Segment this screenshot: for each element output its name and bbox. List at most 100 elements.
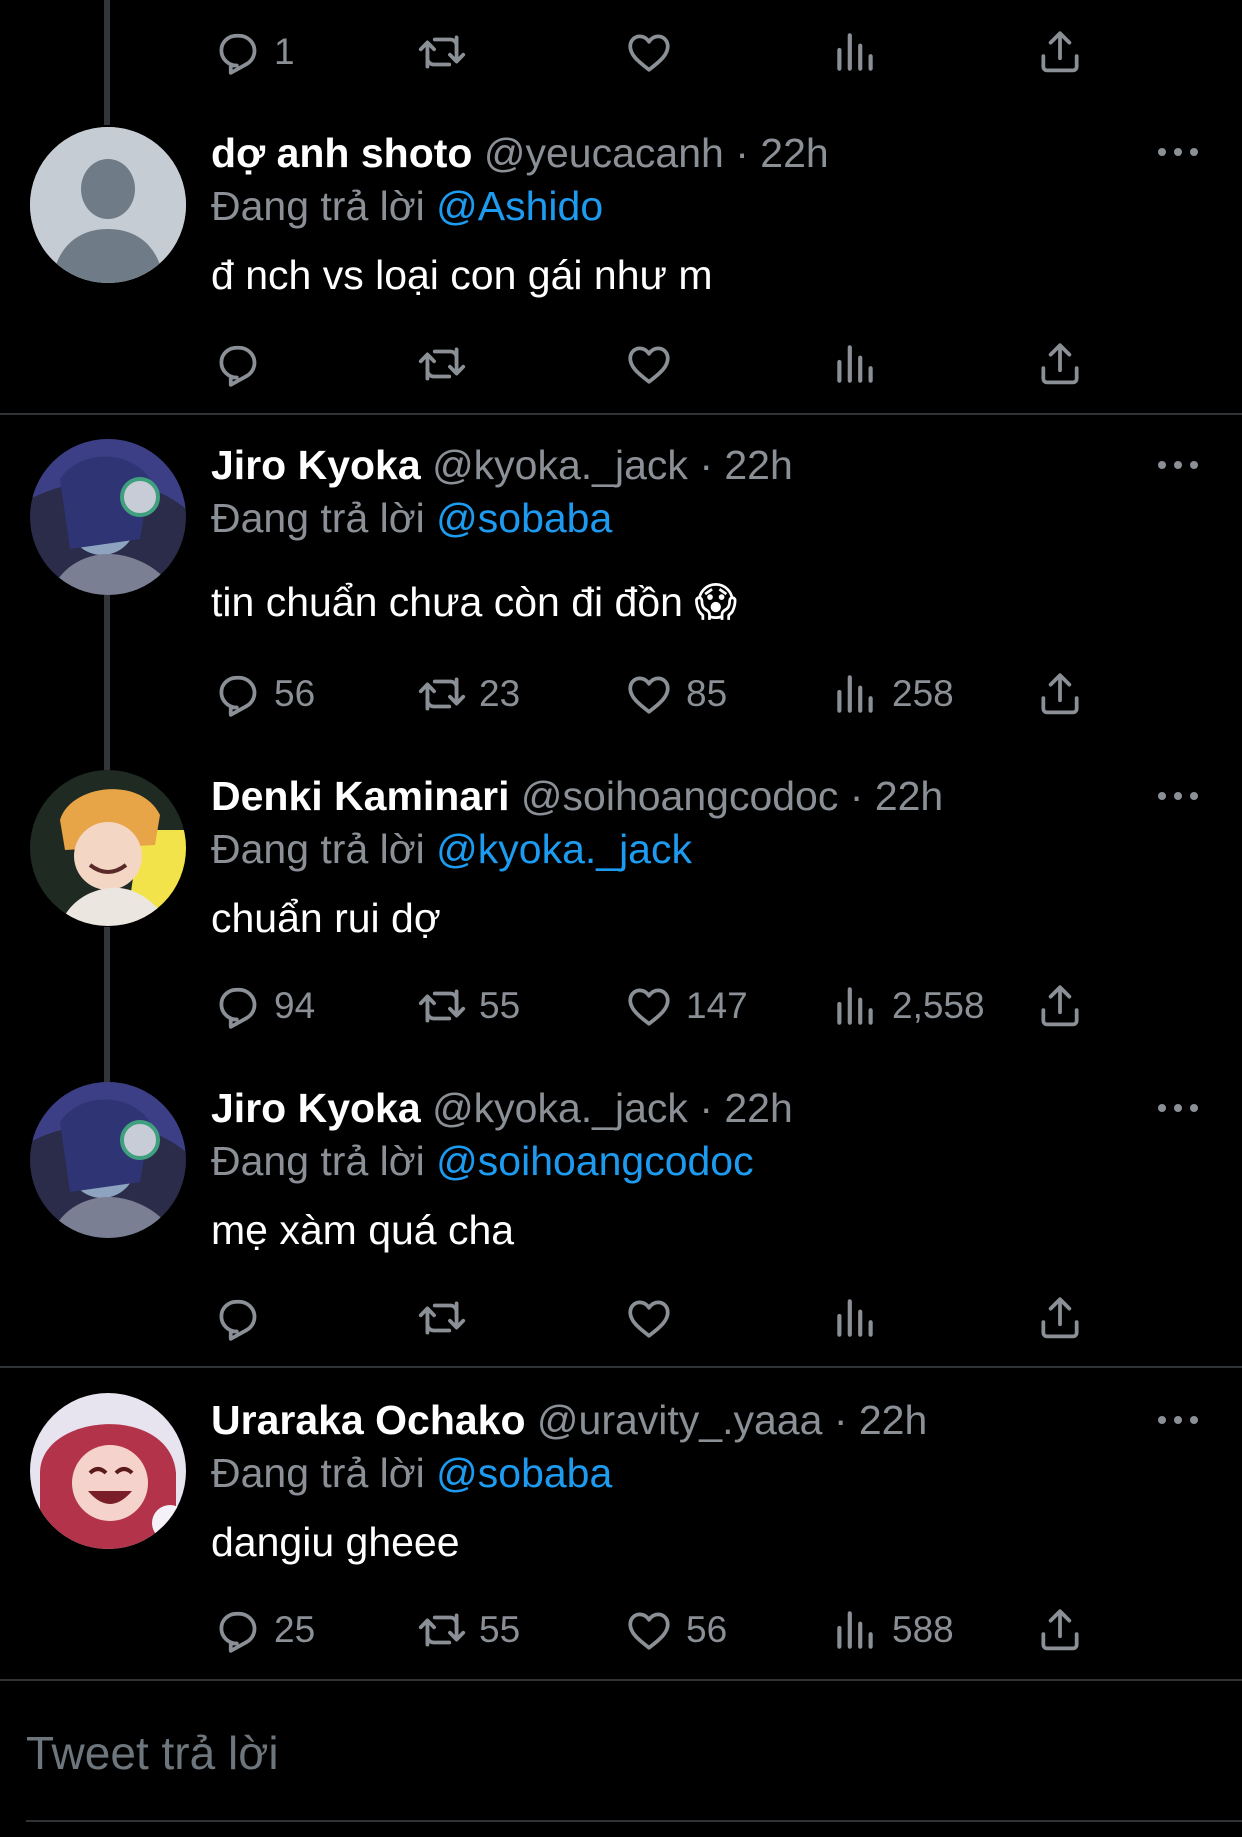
more-icon[interactable]	[1158, 1416, 1198, 1428]
views-icon	[830, 981, 880, 1031]
share-button[interactable]	[1035, 976, 1085, 1036]
like-count: 85	[686, 673, 728, 714]
mention-link[interactable]: @kyoka._jack	[436, 826, 692, 872]
avatar[interactable]	[30, 1082, 186, 1238]
share-button[interactable]	[1035, 664, 1085, 724]
reply-button[interactable]: 25	[212, 1600, 315, 1660]
views-button[interactable]: 2,558	[830, 976, 985, 1036]
user-handle[interactable]: @kyoka._jack	[432, 442, 688, 488]
retweet-button[interactable]: 23	[417, 664, 520, 724]
reply-icon	[212, 669, 262, 719]
divider	[0, 1679, 1242, 1681]
display-name[interactable]: Jiro Kyoka	[211, 1085, 421, 1131]
separator: ·	[833, 1397, 848, 1443]
share-button[interactable]	[1035, 1288, 1085, 1348]
reply-button[interactable]: 1	[212, 22, 295, 82]
reply-button[interactable]	[212, 334, 274, 394]
separator: ·	[849, 773, 864, 819]
more-icon[interactable]	[1158, 1104, 1198, 1116]
tweet-header: Uraraka Ochako @uravity_.yaaa · 22h	[211, 1395, 927, 1445]
timestamp[interactable]: 22h	[724, 442, 792, 488]
share-button[interactable]	[1035, 22, 1085, 82]
timestamp[interactable]: 22h	[760, 130, 828, 176]
like-button[interactable]	[624, 1288, 686, 1348]
retweet-icon	[417, 1293, 467, 1343]
retweet-icon	[417, 669, 467, 719]
more-icon[interactable]	[1158, 148, 1198, 160]
mention-link[interactable]: @Ashido	[436, 183, 603, 229]
retweet-icon	[417, 1605, 467, 1655]
display-name[interactable]: Jiro Kyoka	[211, 442, 421, 488]
tweet-header: Jiro Kyoka @kyoka._jack · 22h	[211, 1083, 793, 1133]
reply-icon	[212, 1605, 262, 1655]
mention-link[interactable]: @sobaba	[436, 1450, 612, 1496]
action-bar: 25 55 56 588	[0, 1600, 1242, 1660]
views-count: 258	[892, 673, 954, 714]
separator: ·	[699, 442, 713, 488]
views-button[interactable]	[830, 334, 892, 394]
timestamp[interactable]: 22h	[724, 1085, 792, 1131]
views-icon	[830, 1293, 880, 1343]
more-icon[interactable]	[1158, 792, 1198, 804]
views-button[interactable]: 258	[830, 664, 954, 724]
user-handle[interactable]: @soihoangcodoc	[521, 773, 838, 819]
display-name[interactable]: Uraraka Ochako	[211, 1397, 526, 1443]
share-button[interactable]	[1035, 334, 1085, 394]
share-icon	[1035, 981, 1085, 1031]
retweet-button[interactable]	[417, 22, 467, 82]
like-button[interactable]: 56	[624, 1600, 727, 1660]
retweet-icon	[417, 981, 467, 1031]
like-icon	[624, 1605, 674, 1655]
views-button[interactable]	[830, 22, 880, 82]
avatar[interactable]	[30, 1393, 186, 1549]
reply-icon	[212, 27, 262, 77]
reply-composer-input[interactable]: Tweet trả lời	[26, 1726, 279, 1780]
reply-count: 1	[274, 31, 295, 72]
retweet-count: 55	[479, 985, 521, 1026]
share-button[interactable]	[1035, 1600, 1085, 1660]
timestamp[interactable]: 22h	[859, 1397, 927, 1443]
like-button[interactable]: 85	[624, 664, 727, 724]
views-button[interactable]: 588	[830, 1600, 954, 1660]
avatar-image-icon	[30, 439, 186, 595]
retweet-button[interactable]: 55	[417, 976, 520, 1036]
action-bar: 56 23 85 258	[0, 664, 1242, 724]
user-handle[interactable]: @yeucacanh	[484, 130, 724, 176]
retweet-button[interactable]: 55	[417, 1600, 520, 1660]
display-name[interactable]: dợ anh shoto	[211, 130, 472, 176]
reply-count: 94	[274, 985, 316, 1026]
like-button[interactable]	[624, 22, 674, 82]
tweet-header: Denki Kaminari @soihoangcodoc · 22h	[211, 771, 943, 821]
avatar[interactable]	[30, 770, 186, 926]
replying-to-label: Đang trả lời	[211, 495, 425, 541]
retweet-count: 23	[479, 673, 521, 714]
mention-link[interactable]: @soihoangcodoc	[436, 1138, 753, 1184]
display-name[interactable]: Denki Kaminari	[211, 773, 510, 819]
reply-icon	[212, 1293, 262, 1343]
views-button[interactable]	[830, 1288, 892, 1348]
timestamp[interactable]: 22h	[875, 773, 943, 819]
mention-link[interactable]: @sobaba	[436, 495, 612, 541]
reply-button[interactable]: 56	[212, 664, 315, 724]
replying-to-label: Đang trả lời	[211, 1138, 425, 1184]
like-button[interactable]: 147	[624, 976, 748, 1036]
tweet-text: tin chuẩn chưa còn đi đồn 😱	[211, 579, 738, 625]
tweet-text: mẹ xàm quá cha	[211, 1207, 515, 1253]
like-icon	[624, 339, 674, 389]
more-icon[interactable]	[1158, 461, 1198, 473]
separator: ·	[735, 130, 749, 176]
avatar[interactable]	[30, 439, 186, 595]
user-handle[interactable]: @uravity_.yaaa	[537, 1397, 822, 1443]
like-button[interactable]	[624, 334, 686, 394]
replying-to: Đang trả lời @sobaba	[211, 493, 612, 543]
retweet-button[interactable]	[417, 334, 479, 394]
avatar[interactable]	[30, 127, 186, 283]
reply-button[interactable]: 94	[212, 976, 315, 1036]
retweet-button[interactable]	[417, 1288, 479, 1348]
user-handle[interactable]: @kyoka._jack	[432, 1085, 688, 1131]
views-icon	[830, 1605, 880, 1655]
views-icon	[830, 339, 880, 389]
reply-button[interactable]	[212, 1288, 274, 1348]
tweet-text: chuẩn rui dợ	[211, 895, 441, 941]
like-icon	[624, 1293, 674, 1343]
